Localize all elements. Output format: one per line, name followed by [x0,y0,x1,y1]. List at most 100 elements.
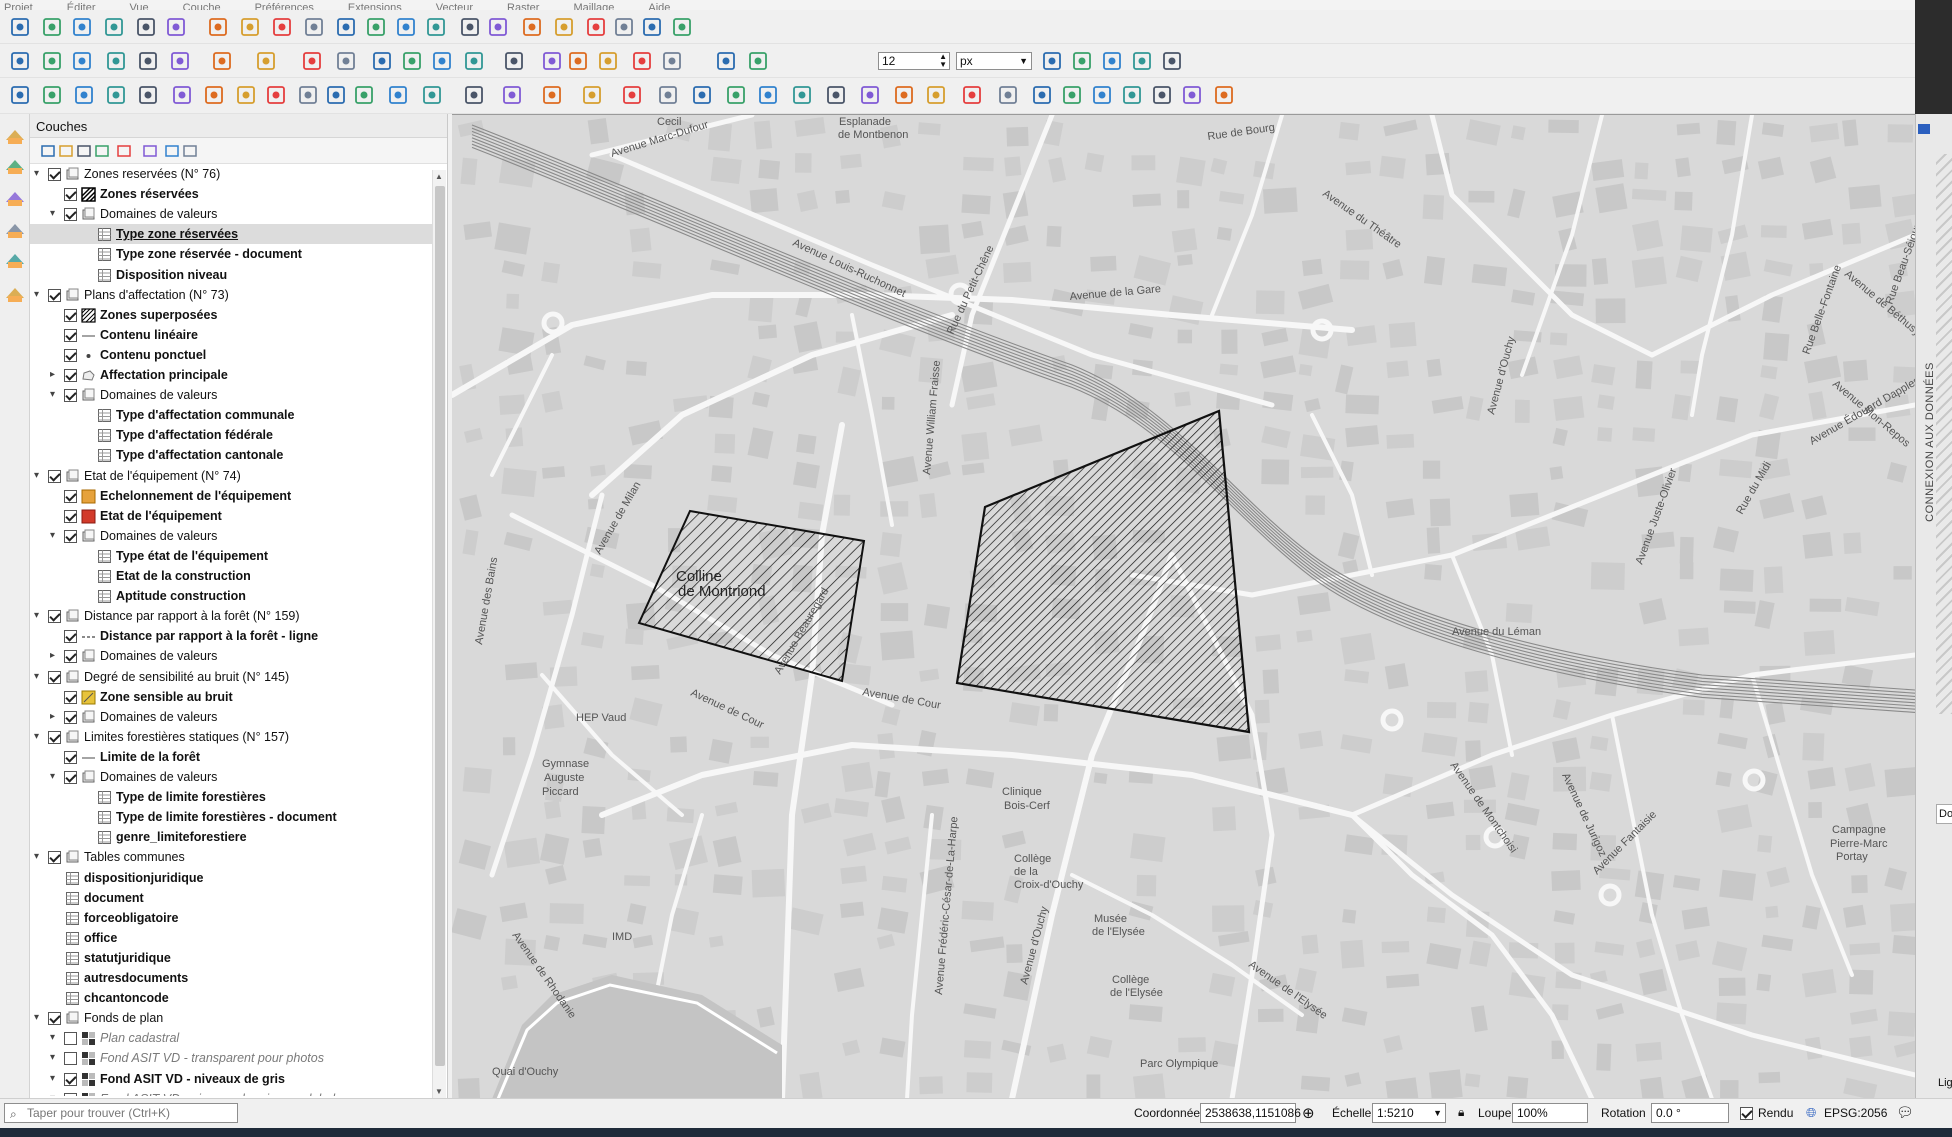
layer-tree-item[interactable]: office [30,928,432,948]
expand-arrow-icon[interactable]: ▸ [50,711,59,722]
collapse-arrow-icon[interactable]: ▾ [34,731,43,742]
collapse-arrow-icon[interactable]: ▾ [34,611,43,621]
deselect-icon[interactable] [566,49,590,73]
filter-legend-icon[interactable] [94,143,110,159]
scrollbar-thumb[interactable] [435,186,445,1066]
layer-visibility-checkbox[interactable] [64,328,77,342]
layer-tree-item[interactable]: ▾ Fond ASIT VD - niveaux de gris [30,1069,432,1089]
add-feature-icon[interactable] [104,83,128,107]
layer-tree-item[interactable]: chcantoncode [30,988,432,1008]
layer-visibility-checkbox[interactable] [64,188,77,202]
statistics-icon[interactable] [104,49,128,73]
snap-tolerance-input[interactable]: 12 ▲ ▼ [878,52,950,70]
scroll-up-icon[interactable]: ▲ [435,172,443,181]
layer-tree-item[interactable]: ▸ Domaines de valeurs [30,646,432,666]
zoom-next-icon[interactable] [486,15,510,39]
layer-visibility-checkbox[interactable] [64,1072,77,1086]
layer-tree-item[interactable]: genre_limiteforestiere [30,827,432,847]
field-calculator-icon[interactable] [70,49,94,73]
layer-tree-item[interactable]: ▾ Domaines de valeurs [30,204,432,224]
identify-icon[interactable] [8,49,32,73]
crs-button[interactable]: EPSG:2056 [1824,1106,1887,1120]
add-polygon-icon[interactable] [462,83,486,107]
layer-tree-item[interactable]: ▾ Degré de sensibilité au bruit (N° 145) [30,667,432,687]
expand-arrow-icon[interactable]: ▸ [50,370,59,380]
advanced-digitize-icon[interactable] [1070,49,1094,73]
scroll-down-icon[interactable]: ▼ [435,1087,443,1096]
toggle-edit-icon[interactable] [40,83,64,107]
new-map-view-icon[interactable] [520,15,544,39]
label-change-icon[interactable] [430,49,454,73]
refresh-icon[interactable] [670,15,694,39]
reshape-icon[interactable] [996,83,1020,107]
zoom-in-icon[interactable] [270,15,294,39]
zoom-last-icon[interactable] [458,15,482,39]
magnifier-input[interactable]: 100% [1512,1103,1588,1123]
layer-visibility-checkbox[interactable] [64,750,77,764]
layer-visibility-checkbox[interactable] [64,710,77,724]
layer-visibility-checkbox[interactable] [48,469,61,483]
menu-item-0[interactable]: Projet [4,3,33,11]
layer-styling-icon[interactable] [40,143,56,159]
snapping-icon[interactable] [660,49,684,73]
add-wms-icon[interactable] [3,248,27,272]
redo-icon[interactable] [352,83,376,107]
collapse-arrow-icon[interactable]: ▾ [50,1053,59,1063]
menu-item-2[interactable]: Vue [130,3,149,11]
layer-tree-item[interactable]: Etat de la construction [30,566,432,586]
layer-visibility-checkbox[interactable] [64,1092,77,1096]
layer-tree-item[interactable]: Type de limite forestières - document [30,807,432,827]
layer-tree-item[interactable]: Type état de l'équipement [30,546,432,566]
layer-visibility-checkbox[interactable] [48,168,61,181]
layer-tree-item[interactable]: ▾ Fond ASIT VD - niveaux de gris sans lab… [30,1089,432,1096]
merge-attributes-icon[interactable] [1180,83,1204,107]
add-vector-layer-icon[interactable] [3,124,27,148]
collapse-arrow-icon[interactable]: ▾ [34,671,43,682]
add-group-icon[interactable] [58,143,74,159]
layer-visibility-checkbox[interactable] [64,389,77,403]
magnet-icon[interactable] [630,49,654,73]
manage-map-themes-icon[interactable] [76,143,92,159]
split-parts-icon[interactable] [1120,83,1144,107]
map-svg[interactable]: Cecil Esplanadede MontbenonAvenue Marc-Du… [452,115,1915,1098]
layer-tree-scrollbar[interactable]: ▲ ▼ [432,170,446,1098]
style-manager-icon[interactable] [164,15,188,39]
layer-tree-item[interactable]: Echelonnement de l'équipement [30,486,432,506]
temporal-icon[interactable] [584,15,608,39]
layer-tree-item[interactable]: ▸ Domaines de valeurs [30,707,432,727]
remove-layer-icon[interactable] [182,143,198,159]
menu-item-1[interactable]: Éditer [67,3,96,11]
layer-tree-item[interactable]: ▾ Zones reservées (N° 76) [30,164,432,184]
pan-to-selection-icon[interactable] [238,15,262,39]
map-canvas[interactable]: Cecil Esplanade de Montbenon Avenue Marc-Du… [452,114,1915,1098]
print-layout-icon[interactable] [134,15,158,39]
add-virtual-icon[interactable] [3,282,27,306]
collapse-arrow-icon[interactable]: ▾ [50,209,59,219]
layer-tree-item[interactable]: ▾ Limites forestières statiques (N° 157) [30,727,432,747]
layer-tree-item[interactable]: ▾ Distance par rapport à la forêt (N° 159… [30,606,432,626]
pan-icon[interactable] [206,15,230,39]
label-move-icon[interactable] [370,49,394,73]
layer-visibility-checkbox[interactable] [64,348,77,362]
digitize-icon[interactable] [8,83,32,107]
collapse-arrow-icon[interactable]: ▾ [34,470,43,481]
collapse-arrow-icon[interactable]: ▾ [34,1013,43,1023]
layer-visibility-checkbox[interactable] [64,690,77,704]
layer-visibility-checkbox[interactable] [64,650,77,664]
menu-item-6[interactable]: Vecteur [436,3,473,11]
layer-visibility-checkbox[interactable] [64,529,77,543]
collapse-all-icon[interactable] [164,143,180,159]
collapse-arrow-icon[interactable]: ▾ [50,1073,59,1084]
layer-visibility-checkbox[interactable] [64,1032,77,1046]
menu-item-8[interactable]: Maillage [573,3,614,11]
collapse-arrow-icon[interactable]: ▾ [34,852,43,862]
save-project-icon[interactable] [70,15,94,39]
layer-visibility-checkbox[interactable] [48,670,61,684]
layer-visibility-checkbox[interactable] [48,1012,61,1026]
layer-tree-item[interactable]: Contenu linéaire [30,325,432,345]
help-icon[interactable] [502,49,526,73]
layer-visibility-checkbox[interactable] [64,369,77,382]
measure-icon[interactable] [210,49,234,73]
collapse-arrow-icon[interactable]: ▾ [50,1093,59,1096]
delete-icon[interactable] [202,83,226,107]
